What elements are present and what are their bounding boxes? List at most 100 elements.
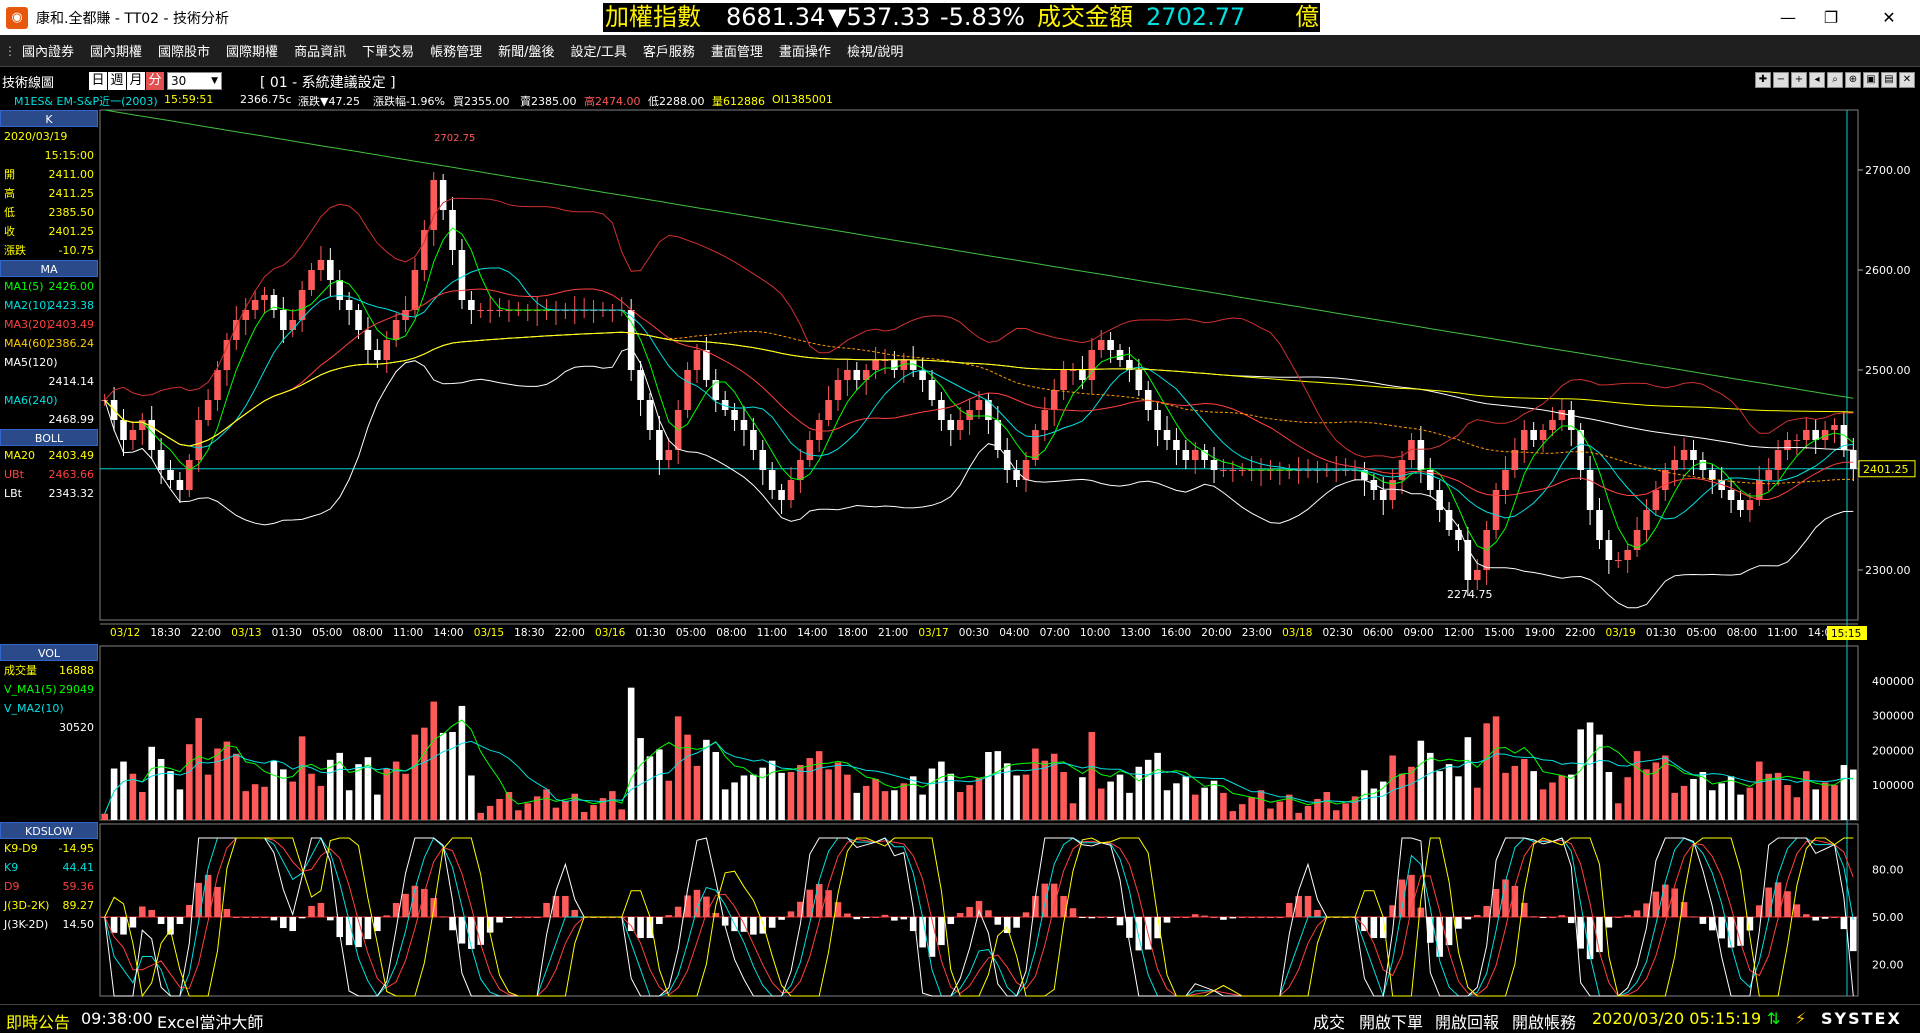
k-label: 低	[4, 206, 15, 219]
open-account-button[interactable]: 開啟帳務	[1512, 1009, 1576, 1033]
kd-histogram-bar	[1539, 917, 1547, 918]
kd-histogram-bar	[1737, 917, 1744, 946]
menu-account[interactable]: 帳務管理	[430, 41, 482, 60]
menu-product-info[interactable]: 商品資訊	[294, 41, 346, 60]
volume-bar	[477, 812, 485, 820]
kd-histogram-bar	[759, 917, 767, 934]
vol-value: 29049	[59, 683, 94, 696]
candle-body	[317, 260, 325, 270]
volume-bar	[1314, 798, 1321, 820]
candle-body	[242, 310, 250, 320]
volume-bar	[703, 739, 710, 820]
menu-intl-stocks[interactable]: 國際股市	[158, 41, 210, 60]
candle-body	[1135, 370, 1143, 390]
kd-histogram-bar	[900, 917, 908, 920]
save-icon[interactable]: ▣	[1863, 72, 1879, 88]
candle-body	[703, 350, 710, 380]
kd-histogram-bar	[909, 917, 917, 932]
time-axis-label: 07:00	[1040, 627, 1070, 639]
kd-histogram-bar	[1445, 917, 1453, 946]
news-label[interactable]: 即時公告	[6, 1009, 70, 1033]
kd-histogram-bar	[120, 917, 127, 935]
candle-body	[1163, 430, 1171, 440]
menu-domestic-futures[interactable]: 國內期權	[90, 41, 142, 60]
config-label[interactable]: [ 01 - 系統建議設定 ]	[260, 72, 396, 92]
k-value: 2411.25	[48, 187, 95, 200]
chart-toolbar: 技術線圖 日 週 月 分 30 ▼ [ 01 - 系統建議設定 ] ✚ − + …	[0, 68, 1920, 91]
kd-histogram-bar	[233, 917, 240, 918]
candle-body	[674, 410, 682, 450]
candle-body	[985, 400, 992, 420]
window-title: 康和.全都賺 - TT02 - 技術分析	[36, 10, 230, 27]
zoom-in-icon[interactable]: +	[1791, 72, 1807, 88]
candle-body	[1633, 530, 1641, 550]
kd-histogram-bar	[1304, 895, 1312, 917]
restore-button[interactable]: ❐	[1808, 0, 1854, 35]
close-chart-icon[interactable]: ✕	[1899, 72, 1915, 88]
candle-body	[806, 440, 814, 460]
volume-bar	[740, 775, 748, 820]
time-axis-label: 01:30	[635, 627, 665, 639]
volume-bar	[1238, 804, 1246, 820]
volume-bar	[900, 783, 908, 820]
menu-screen-ops[interactable]: 畫面操作	[779, 41, 831, 60]
menu-intl-futures[interactable]: 國際期權	[226, 41, 278, 60]
menu-customer-service[interactable]: 客戶服務	[643, 41, 695, 60]
volume-bar	[1596, 734, 1603, 820]
candle-body	[1003, 450, 1011, 470]
volume-bar	[101, 813, 108, 820]
print-icon[interactable]: ▤	[1881, 72, 1897, 88]
candle-body	[1746, 500, 1754, 510]
boll-upper-line	[104, 197, 1854, 459]
period-day-button[interactable]: 日	[89, 72, 107, 90]
volume-bar	[1361, 770, 1368, 820]
volume-bar	[994, 751, 1002, 820]
volume-bar	[1163, 790, 1171, 820]
candle-body	[1079, 370, 1086, 380]
menu-domestic-securities[interactable]: 國內證券	[22, 41, 74, 60]
kd-histogram-bar	[1238, 917, 1246, 918]
volume-axis-label: 300000	[1872, 710, 1914, 723]
candle-body	[1408, 440, 1415, 460]
k-date: 2020/03/19	[4, 130, 68, 143]
kd-histogram-bar	[345, 917, 353, 946]
time-axis-label: 18:00	[838, 627, 868, 639]
candle-body	[618, 310, 626, 311]
menu-screen-manage[interactable]: 畫面管理	[711, 41, 763, 60]
kd-histogram-bar	[834, 902, 842, 917]
period-minute-button[interactable]: 分	[146, 72, 164, 90]
menu-view-help[interactable]: 檢視/說明	[847, 41, 903, 60]
candle-body	[881, 360, 889, 361]
candle-body	[139, 420, 146, 430]
minimize-button[interactable]: —	[1765, 0, 1811, 35]
menu-settings-tools[interactable]: 設定/工具	[571, 41, 627, 60]
news-text[interactable]: Excel當沖大師	[157, 1009, 263, 1033]
kd-histogram-bar	[656, 917, 663, 925]
open-report-button[interactable]: 開啟回報	[1435, 1009, 1499, 1033]
magnify-icon[interactable]: ⊕	[1845, 72, 1861, 88]
kd-histogram-bar	[1032, 895, 1039, 917]
kd-histogram-bar	[223, 908, 231, 917]
period-week-button[interactable]: 週	[108, 72, 126, 90]
candle-body	[1821, 430, 1829, 440]
menu-order-trade[interactable]: 下單交易	[362, 41, 414, 60]
time-axis-label: 18:30	[514, 627, 544, 639]
scroll-left-icon[interactable]: ◂	[1809, 72, 1825, 88]
kd-histogram-bar	[797, 901, 804, 917]
candle-body	[1351, 470, 1359, 471]
menu-news[interactable]: 新聞/盤後	[498, 41, 554, 60]
kd-histogram-bar	[1248, 917, 1255, 918]
zoom-out-icon[interactable]: −	[1773, 72, 1789, 88]
volume-bar	[1605, 772, 1613, 820]
volume-bar	[533, 796, 541, 820]
close-button[interactable]: ✕	[1866, 0, 1912, 35]
crosshair-icon[interactable]: ✚	[1755, 72, 1771, 88]
kd-histogram-bar	[1605, 917, 1613, 928]
kd-histogram-bar	[1267, 917, 1274, 918]
interval-select[interactable]: 30 ▼	[167, 72, 222, 90]
period-month-button[interactable]: 月	[127, 72, 145, 90]
trade-button[interactable]: 成交	[1313, 1009, 1345, 1033]
volume-bar	[1257, 790, 1265, 820]
open-order-button[interactable]: 開啟下單	[1359, 1009, 1423, 1033]
search-icon[interactable]: ⌕	[1827, 72, 1843, 88]
